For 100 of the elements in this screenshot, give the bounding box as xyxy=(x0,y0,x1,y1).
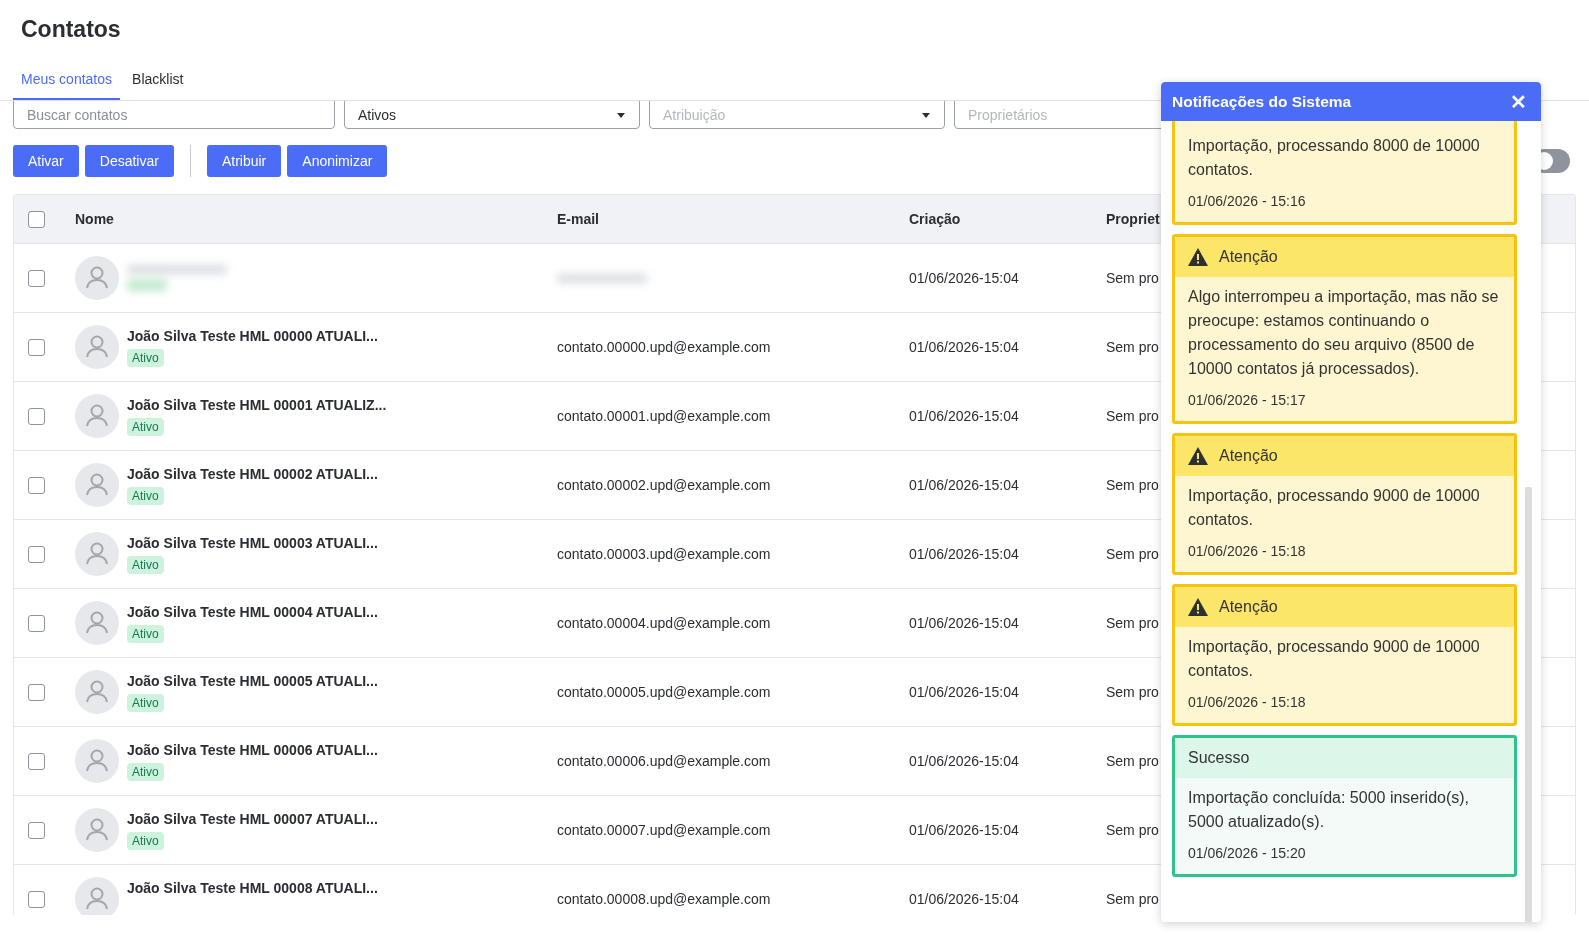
table-cell: 01/06/2026-15:04 xyxy=(909,408,1019,424)
table-cell: Sem pro xyxy=(1106,684,1159,700)
notification-title: Atenção xyxy=(1219,248,1278,266)
avatar-icon xyxy=(75,808,119,852)
avatar-icon xyxy=(75,877,119,915)
search-field[interactable]: Buscar contatos xyxy=(13,101,335,129)
notification-title: Atenção xyxy=(1219,598,1278,616)
table-cell: contato.00007.upd@example.com xyxy=(557,822,771,838)
notification-time: 01/06/2026 - 15:20 xyxy=(1188,845,1307,861)
tab[interactable]: Blacklist xyxy=(124,60,192,100)
column-header: Nome xyxy=(75,211,115,227)
redacted-badge xyxy=(127,279,167,291)
warning-icon xyxy=(1188,598,1208,616)
table-cell: contato.00003.upd@example.com xyxy=(557,546,771,562)
status-badge: Ativo xyxy=(127,624,164,643)
table-cell: Sem pro xyxy=(1106,339,1159,355)
row-checkbox[interactable] xyxy=(28,752,45,770)
table-cell: contato.00008.upd@example.com xyxy=(557,891,771,907)
status-badge: Ativo xyxy=(127,417,164,436)
row-checkbox[interactable] xyxy=(28,476,45,494)
avatar-icon xyxy=(75,532,119,576)
table-cell: 01/06/2026-15:04 xyxy=(909,615,1019,631)
scrollbar[interactable] xyxy=(1525,487,1532,922)
table-cell: Sem pro xyxy=(1106,546,1159,562)
contact-name: João Silva Teste HML 00006 ATUALI... xyxy=(127,741,378,758)
table-cell: Sem pro xyxy=(1106,822,1159,838)
avatar-icon xyxy=(75,394,119,438)
row-checkbox[interactable] xyxy=(28,683,45,701)
table-cell: 01/06/2026-15:04 xyxy=(909,546,1019,562)
status-badge: Ativo xyxy=(127,486,164,505)
avatar-icon xyxy=(75,670,119,714)
notification-title: Sucesso xyxy=(1188,749,1250,767)
action-button[interactable]: Anonimizar xyxy=(287,145,388,177)
table-cell: 01/06/2026-15:04 xyxy=(909,477,1019,493)
contact-name: João Silva Teste HML 00001 ATUALIZ... xyxy=(127,396,387,413)
notification-time: 01/06/2026 - 15:17 xyxy=(1188,392,1307,408)
page-title: Contatos xyxy=(20,15,122,44)
close-button[interactable]: ✕ xyxy=(1510,91,1527,112)
contact-name: João Silva Teste HML 00002 ATUALI... xyxy=(127,465,378,482)
row-checkbox[interactable] xyxy=(28,821,45,839)
table-cell: 01/06/2026-15:04 xyxy=(909,684,1019,700)
contact-name: João Silva Teste HML 00007 ATUALI... xyxy=(127,810,378,827)
avatar-icon xyxy=(75,256,119,300)
select-all-checkbox[interactable] xyxy=(28,210,45,228)
avatar-icon xyxy=(75,601,119,645)
table-cell: 01/06/2026-15:04 xyxy=(909,339,1019,355)
status-badge: Ativo xyxy=(127,348,164,367)
status-badge: Ativo xyxy=(127,831,164,850)
notification-time: 01/06/2026 - 15:18 xyxy=(1188,694,1307,710)
table-cell: contato.00001.upd@example.com xyxy=(557,408,771,424)
row-checkbox[interactable] xyxy=(28,614,45,632)
table-cell: contato.00004.upd@example.com xyxy=(557,615,771,631)
column-header: E-mail xyxy=(557,211,600,227)
table-cell: contato.00002.upd@example.com xyxy=(557,477,771,493)
table-cell: contato.00000.upd@example.com xyxy=(557,339,771,355)
action-button[interactable]: Desativar xyxy=(84,145,174,177)
avatar-icon xyxy=(75,463,119,507)
row-checkbox[interactable] xyxy=(28,545,45,563)
notification-message: Algo interrompeu a importação, mas não se preocupe: estamos continuando o processamento do seu arquivo (8500 de 10000 contatos já processados). xyxy=(1188,287,1500,379)
row-checkbox[interactable] xyxy=(28,269,45,287)
contact-name: João Silva Teste HML 00003 ATUALI... xyxy=(127,534,378,551)
avatar-icon xyxy=(75,325,119,369)
table-cell: Sem pro xyxy=(1106,615,1159,631)
caret-icon xyxy=(922,112,930,118)
table-cell: Sem pro xyxy=(1106,270,1159,286)
notification-message: Importação, processando 9000 de 10000 contatos. xyxy=(1188,486,1481,530)
status-badge: Ativo xyxy=(127,693,164,712)
table-cell: 01/06/2026-15:04 xyxy=(909,270,1019,286)
table-cell: 01/06/2026-15:04 xyxy=(909,822,1019,838)
column-header: Propriet xyxy=(1106,211,1161,227)
notification-message: Importação concluída: 5000 inserido(s), 5000 atualizado(s). xyxy=(1188,788,1471,832)
row-checkbox[interactable] xyxy=(28,890,45,908)
status-badge: Ativo xyxy=(127,762,164,781)
action-button[interactable]: Ativar xyxy=(13,145,79,177)
table-cell: Sem pro xyxy=(1106,477,1159,493)
select-field[interactable]: Ativos xyxy=(344,101,640,129)
notification-message: Importação, processando 8000 de 10000 contatos. xyxy=(1188,136,1481,180)
notification-message: Importação, processando 9000 de 10000 contatos. xyxy=(1188,637,1481,681)
notification-time: 01/06/2026 - 15:18 xyxy=(1188,543,1307,559)
contact-name: João Silva Teste HML 00008 ATUALI... xyxy=(127,879,378,896)
table-cell: Sem pro xyxy=(1106,891,1159,907)
column-header: Criação xyxy=(909,211,962,227)
avatar-icon xyxy=(75,739,119,783)
contact-name: João Silva Teste HML 00000 ATUALI... xyxy=(127,327,378,344)
warning-icon xyxy=(1188,447,1208,465)
panel-title: Notificações do Sistema xyxy=(1172,92,1352,111)
table-cell: 01/06/2026-15:04 xyxy=(909,753,1019,769)
notification-time: 01/06/2026 - 15:16 xyxy=(1188,193,1307,209)
table-cell: Sem pro xyxy=(1106,408,1159,424)
row-checkbox[interactable] xyxy=(28,407,45,425)
notification-title: Atenção xyxy=(1219,447,1278,465)
table-cell: 01/06/2026-15:04 xyxy=(909,891,1019,907)
contact-name: João Silva Teste HML 00004 ATUALI... xyxy=(127,603,378,620)
row-checkbox[interactable] xyxy=(28,338,45,356)
contact-name: João Silva Teste HML 00005 ATUALI... xyxy=(127,672,378,689)
status-badge: Ativo xyxy=(127,555,164,574)
table-cell: contato.00005.upd@example.com xyxy=(557,684,771,700)
warning-icon xyxy=(1188,248,1208,266)
action-button[interactable]: Atribuir xyxy=(206,145,282,177)
table-cell: Sem pro xyxy=(1106,753,1159,769)
